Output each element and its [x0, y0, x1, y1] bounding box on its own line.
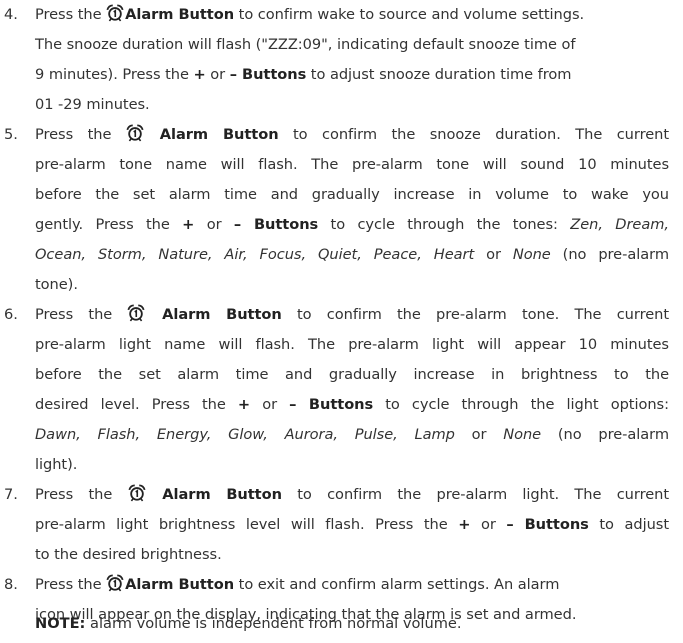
step-line: gently. Press the + or – Buttons to cycl…: [35, 210, 669, 240]
text-run: to adjust: [588, 516, 669, 533]
alarm-button-label: Alarm Button: [125, 576, 235, 593]
step-number: 8.: [4, 576, 18, 593]
text-run: gently. Press the: [35, 216, 183, 233]
step-line: pre-alarm light brightness level will fl…: [35, 510, 669, 540]
step-line: 01 -29 minutes.: [35, 90, 150, 120]
note-text: alarm volume is independent from normal …: [85, 615, 462, 632]
step-number: 6.: [4, 306, 18, 323]
alarm-clock-1-icon: [127, 304, 145, 322]
text-run: Press the: [35, 306, 128, 323]
tone-none-text: None: [512, 246, 551, 263]
step-line: Press the Alarm Button to exit and confi…: [35, 570, 559, 600]
text-run: or: [454, 426, 504, 443]
alarm-button-label: Alarm Button: [125, 6, 235, 23]
note: NOTE: alarm volume is independent from n…: [35, 609, 462, 639]
plus-button-label: +: [182, 216, 195, 233]
text-run: Press the: [35, 486, 128, 503]
text-run: to adjust snooze duration time from: [306, 66, 572, 83]
text-run: Press the: [35, 576, 107, 593]
alarm-clock-1-icon: [126, 124, 144, 142]
step-line: pre-alarm light name will flash. The pre…: [35, 330, 669, 360]
text-run: Press the: [35, 6, 107, 23]
text-run: to exit and confirm alarm settings. An a…: [234, 576, 560, 593]
minus-buttons-label: – Buttons: [506, 516, 589, 533]
text-run: to the desired brightness.: [35, 546, 222, 563]
plus-button-label: +: [458, 516, 471, 533]
note-label: NOTE:: [35, 615, 86, 632]
text-run: to cycle through the tones:: [318, 216, 571, 233]
text-run: or: [205, 66, 230, 83]
instruction-page: 4. Press the Alarm Button to confirm wak…: [0, 0, 683, 643]
step-line: pre-alarm tone name will flash. The pre-…: [35, 150, 669, 180]
minus-buttons-label: – Buttons: [233, 216, 319, 233]
text-run: pre-alarm tone name will flash. The pre-…: [35, 156, 669, 173]
text-run: to cycle through the light options:: [373, 396, 669, 413]
step-line: Press the Alarm Button to confirm the pr…: [35, 480, 669, 510]
text-run: to confirm wake to source and volume set…: [234, 6, 585, 23]
text-run: before the set alarm time and gradually …: [35, 366, 669, 383]
step-line: tone).: [35, 270, 78, 300]
step-line: before the set alarm time and gradually …: [35, 360, 669, 390]
minus-buttons-label: – Buttons: [229, 66, 307, 83]
tone-list-text: Zen, Dream,: [570, 216, 670, 233]
text-run: The snooze duration will flash ("ZZZ:09"…: [35, 36, 576, 53]
text-run: light).: [35, 456, 78, 473]
text-run: desired level. Press the: [35, 396, 238, 413]
step-number: 7.: [4, 486, 18, 503]
text-run: Press the: [35, 126, 126, 143]
step-number: 5.: [4, 126, 18, 143]
text-run: pre-alarm light brightness level will fl…: [35, 516, 459, 533]
text-run: (no pre-alarm: [541, 426, 669, 443]
text-run: pre-alarm light name will flash. The pre…: [35, 336, 669, 353]
plus-button-label: +: [193, 66, 206, 83]
step-number: 4.: [4, 6, 18, 23]
minus-buttons-label: – Buttons: [289, 396, 374, 413]
tone-list-text: Ocean, Storm, Nature, Air, Focus, Quiet,…: [35, 246, 475, 263]
text-run: or: [194, 216, 234, 233]
alarm-clock-1-icon: [128, 484, 146, 502]
step-line: light).: [35, 450, 77, 480]
text-run: 9 minutes). Press the: [35, 66, 194, 83]
text-run: or: [250, 396, 290, 413]
text-run: before the set alarm time and gradually …: [35, 186, 669, 203]
light-none-text: None: [503, 426, 542, 443]
plus-button-label: +: [237, 396, 251, 413]
alarm-clock-1-icon: [106, 574, 124, 592]
step-line: 9 minutes). Press the + or – Buttons to …: [35, 60, 571, 90]
alarm-button-label: Alarm Button: [144, 126, 279, 143]
step-line: Dawn, Flash, Energy, Glow, Aurora, Pulse…: [35, 420, 669, 450]
step-line: The snooze duration will flash ("ZZZ:09"…: [35, 30, 576, 60]
step-line: desired level. Press the + or – Buttons …: [35, 390, 669, 420]
alarm-clock-1-icon: [106, 4, 124, 22]
text-run: (no pre-alarm: [550, 246, 669, 263]
text-run: tone).: [35, 276, 78, 293]
step-line: Ocean, Storm, Nature, Air, Focus, Quiet,…: [35, 240, 669, 270]
text-run: to confirm the pre-alarm light. The curr…: [281, 486, 669, 503]
text-run: to confirm the pre-alarm tone. The curre…: [281, 306, 669, 323]
step-line: before the set alarm time and gradually …: [35, 180, 669, 210]
step-line: Press the Alarm Button to confirm the sn…: [35, 120, 669, 150]
text-run: or: [474, 246, 513, 263]
alarm-button-label: Alarm Button: [146, 306, 282, 323]
step-line: Press the Alarm Button to confirm the pr…: [35, 300, 669, 330]
text-run: 01 -29 minutes.: [35, 96, 150, 113]
step-line: Press the Alarm Button to confirm wake t…: [35, 0, 584, 30]
alarm-button-label: Alarm Button: [146, 486, 282, 503]
text-run: or: [470, 516, 507, 533]
text-run: to confirm the snooze duration. The curr…: [278, 126, 669, 143]
step-line: to the desired brightness.: [35, 540, 222, 570]
light-list-text: Dawn, Flash, Energy, Glow, Aurora, Pulse…: [35, 426, 455, 443]
